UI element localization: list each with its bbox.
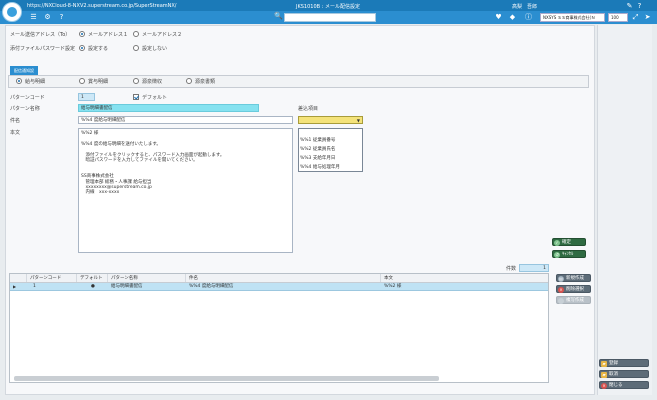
body-label: 本文 xyxy=(10,130,21,136)
delivery-radio-3[interactable] xyxy=(133,78,139,84)
column-header[interactable]: デフォルト xyxy=(77,274,108,282)
table-row[interactable]: ▶ 1 ● 給与明細書配信 %%4 度給与明細配信 %%2 様 xyxy=(10,283,548,291)
copy-create-button[interactable]: 複写作成 xyxy=(556,296,591,304)
document-icon: ▤ xyxy=(558,276,564,282)
favorite-icon[interactable]: ♥ xyxy=(494,13,503,22)
dropdown-item[interactable]: %%3 支給年月日 xyxy=(300,155,335,161)
row-name: 給与明細書配信 xyxy=(111,284,143,289)
mail-to-radio-2[interactable] xyxy=(133,31,139,37)
confirm-button[interactable]: ✓ 確定 xyxy=(552,238,586,246)
help-icon[interactable]: ? xyxy=(635,2,644,11)
row-default: ● xyxy=(91,284,95,289)
page-title: JKS1010B : メール配信設定 xyxy=(296,4,360,10)
delivery-option-4: 源泉書類 xyxy=(195,79,216,85)
delivery-radio-2[interactable] xyxy=(79,78,85,84)
app-logo xyxy=(2,2,22,22)
count-value: 1 xyxy=(519,264,549,272)
column-header[interactable]: 本文 xyxy=(381,274,548,282)
count-label: 件数 xyxy=(506,266,517,272)
side-panel xyxy=(597,25,652,395)
row-body: %%2 様 xyxy=(384,284,402,289)
password-option-2: 設定しない xyxy=(142,46,168,52)
password-radio-2[interactable] xyxy=(133,45,139,51)
url-text: https://NXCloud-8-NXV2.superstream.co.jp… xyxy=(27,3,177,9)
new-create-button[interactable]: ▤ 新規作成 xyxy=(556,274,591,282)
search-icon: 🔍 xyxy=(274,12,283,20)
password-option-1: 設定する xyxy=(88,46,109,52)
pattern-table: パターンコード デフォルト パターン名称 件名 本文 ▶ 1 ● 給与明細書配信… xyxy=(9,273,549,383)
section-tag: 配信通知設 xyxy=(10,66,38,75)
delivery-option-1: 給与明細 xyxy=(25,79,46,85)
insert-item-select[interactable]: ▼ xyxy=(298,116,363,124)
mail-to-label: メール送信アドレス（To） xyxy=(10,32,71,38)
pattern-code-field[interactable]: 1 xyxy=(78,93,95,101)
expand-icon[interactable]: ⤢ xyxy=(631,13,640,22)
delete-icon: × xyxy=(558,287,564,293)
delivery-option-3: 源泉徴収 xyxy=(142,79,163,85)
close-icon: × xyxy=(601,383,607,389)
subject-label: 件名 xyxy=(10,118,21,124)
pattern-name-field[interactable]: 給与明細書配信 xyxy=(78,104,259,112)
password-label: 添付ファイルパスワード設定 xyxy=(10,46,76,52)
body-textarea[interactable]: %%2 様 %%4 度の給与明細を送付いたします。 添付ファイルをクリックすると… xyxy=(78,128,293,253)
password-radio-1[interactable] xyxy=(79,45,85,51)
menu-icon[interactable]: ☰ xyxy=(29,13,38,22)
tag-icon[interactable]: ◆ xyxy=(508,13,517,22)
user-name: 高梨 吾郎 xyxy=(512,4,538,10)
mail-to-option-2: メールアドレス２ xyxy=(142,32,183,38)
dropdown-item[interactable]: %%2 従業員氏名 xyxy=(300,146,335,152)
undo-icon: ↺ xyxy=(554,252,560,258)
title-bar: https://NXCloud-8-NXV2.superstream.co.jp… xyxy=(0,0,657,11)
delivery-radio-1[interactable] xyxy=(16,78,22,84)
info-icon[interactable]: ⓘ xyxy=(524,13,533,22)
delivery-radio-4[interactable] xyxy=(186,78,192,84)
clear-button[interactable]: ▰ 取消 xyxy=(599,370,649,378)
user-settings-icon[interactable]: ✎ xyxy=(625,2,634,11)
eraser-icon: ▰ xyxy=(601,372,607,378)
default-checkbox[interactable] xyxy=(133,94,139,100)
mail-to-option-1: メールアドレス１ xyxy=(88,32,129,38)
forward-icon[interactable]: ➤ xyxy=(643,13,652,22)
mail-to-radio-1[interactable] xyxy=(79,31,85,37)
insert-item-label: 差込項目 xyxy=(298,106,319,112)
zoom-select[interactable]: 100 xyxy=(608,13,628,22)
check-icon: ✓ xyxy=(554,240,560,246)
pattern-name-label: パターン名称 xyxy=(10,106,40,112)
column-header[interactable]: パターン名称 xyxy=(108,274,186,282)
pattern-code-label: パターンコード xyxy=(10,95,45,101)
insert-item-dropdown: %%1 従業員番号 %%2 従業員氏名 %%3 支給年月日 %%4 給与処理年月 xyxy=(298,128,363,172)
chevron-down-icon: ▼ xyxy=(356,118,360,123)
delivery-option-2: 賞与明細 xyxy=(88,79,109,85)
default-label: デフォルト xyxy=(142,95,168,101)
horizontal-scrollbar[interactable] xyxy=(14,376,439,381)
question-icon[interactable]: ? xyxy=(57,13,66,22)
cancel-button[interactable]: ↺ ｷｬﾝｾﾙ xyxy=(552,250,586,258)
close-button[interactable]: × 閉じる xyxy=(599,381,649,389)
delete-button[interactable]: × 削除選択 xyxy=(556,285,591,293)
company-select[interactable]: NXSYS ＳＳ商事株式会社(Ｎ xyxy=(540,13,605,22)
dropdown-item[interactable]: %%1 従業員番号 xyxy=(300,137,335,143)
row-code: 1 xyxy=(33,284,36,289)
dropdown-item[interactable]: %%4 給与処理年月 xyxy=(300,164,340,170)
search-input[interactable] xyxy=(284,13,376,22)
gear-icon[interactable]: ⚙ xyxy=(43,13,52,22)
table-header: パターンコード デフォルト パターン名称 件名 本文 xyxy=(10,274,548,283)
column-header[interactable]: パターンコード xyxy=(27,274,77,282)
subject-field[interactable]: %%4 度給与明細配信 xyxy=(78,116,293,124)
toolbar: ☰ ⚙ ? 🔍 ♥ ◆ ⓘ NXSYS ＳＳ商事株式会社(Ｎ 100 ⤢ ➤ xyxy=(0,11,657,24)
register-button[interactable]: ▰ 登録 xyxy=(599,359,649,367)
folder-icon: ▰ xyxy=(601,361,607,367)
column-header[interactable]: 件名 xyxy=(186,274,381,282)
copy-icon xyxy=(558,298,564,304)
row-subject: %%4 度給与明細配信 xyxy=(189,284,234,289)
row-pointer-icon: ▶ xyxy=(13,284,17,289)
